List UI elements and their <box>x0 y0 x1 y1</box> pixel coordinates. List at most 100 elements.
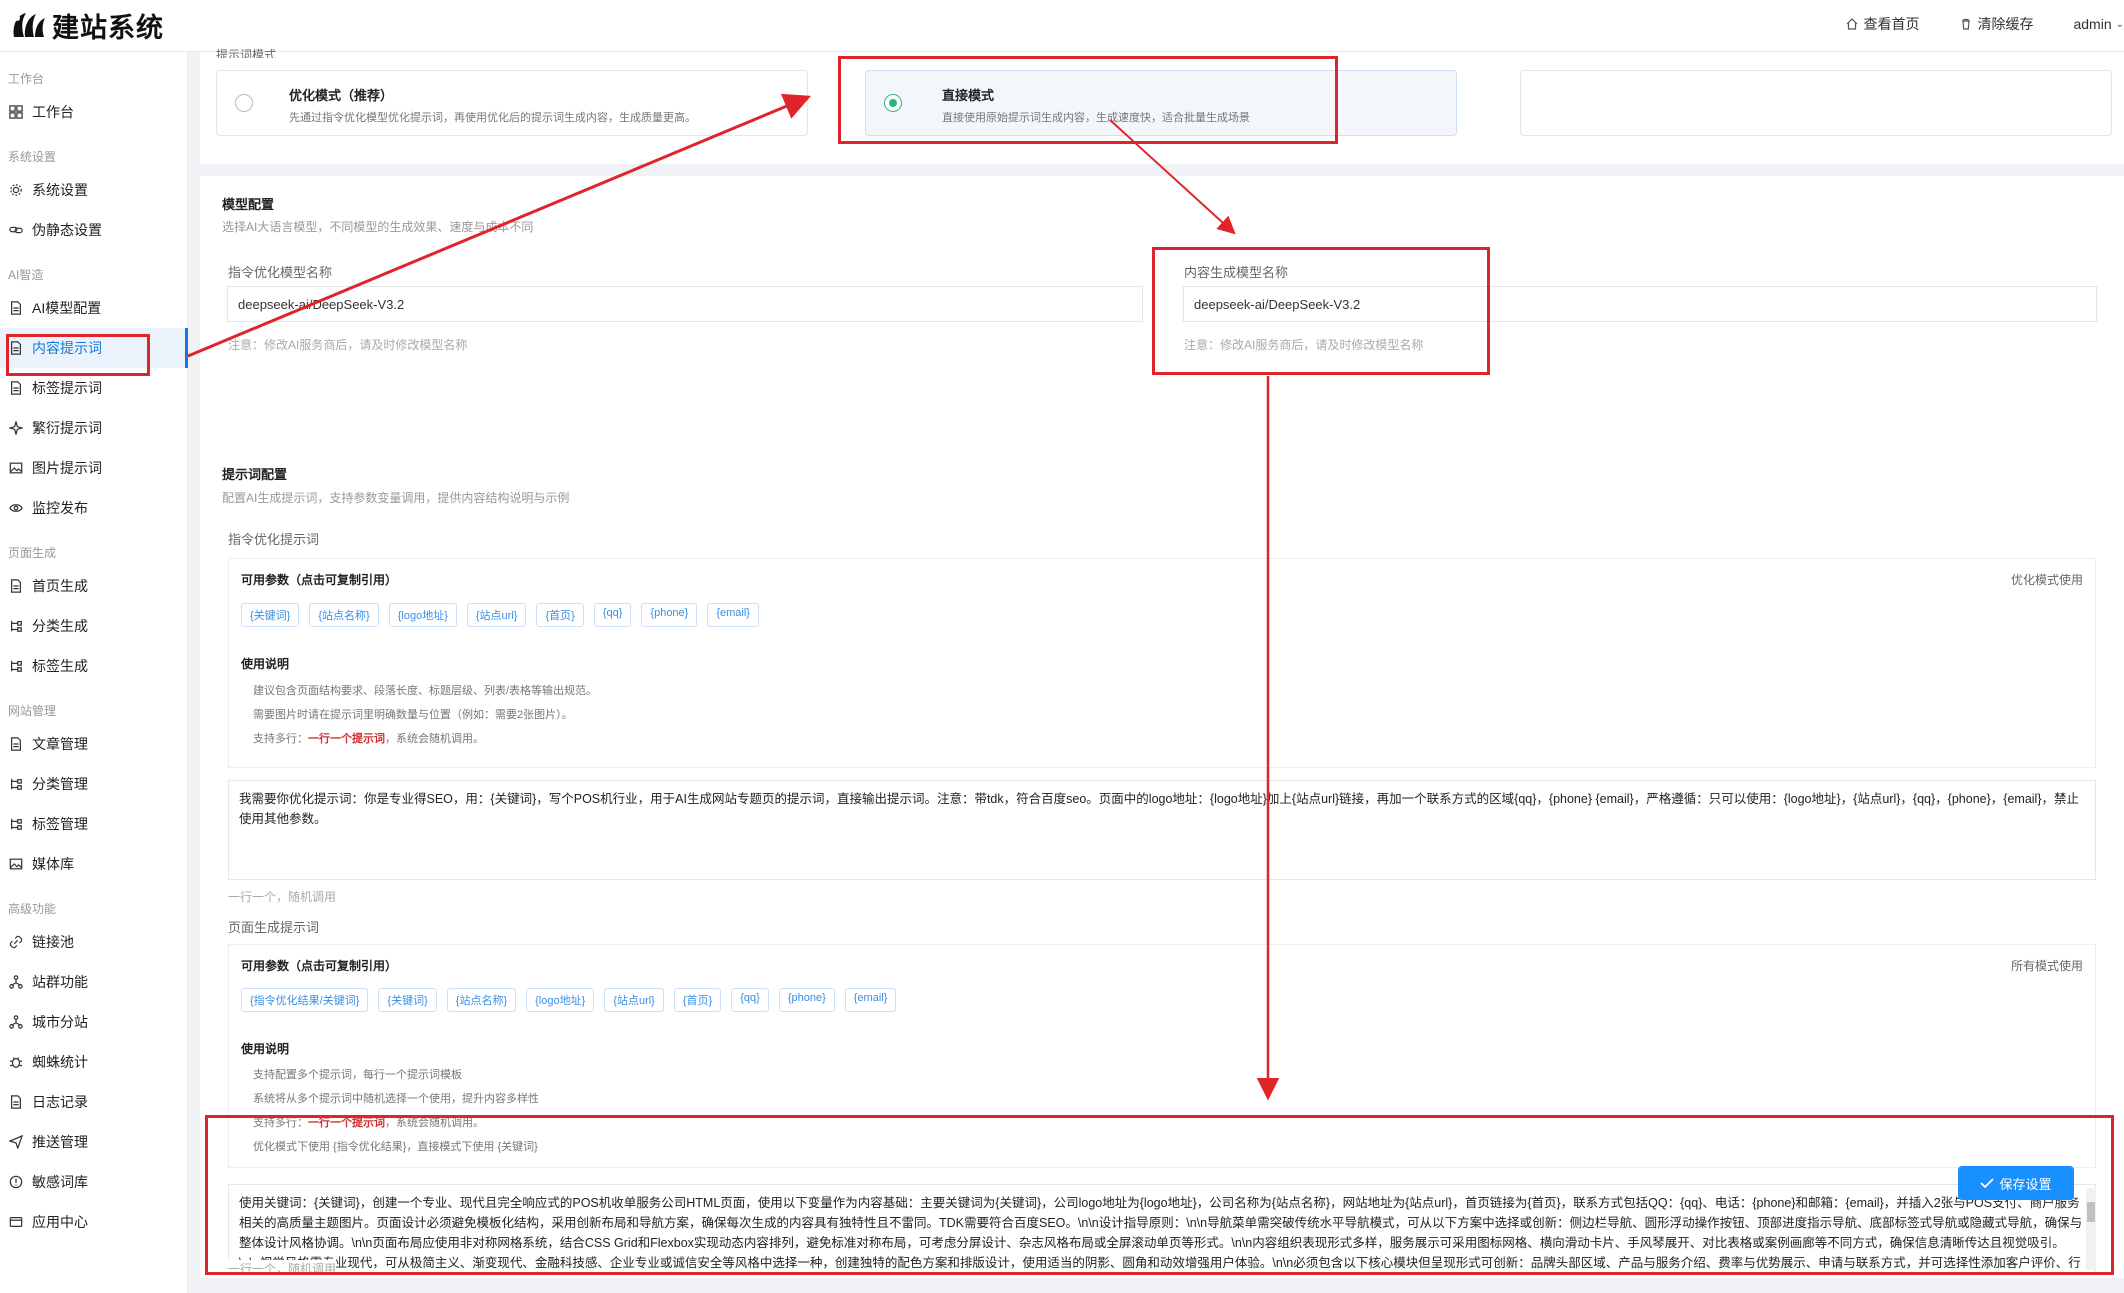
chevron-down-icon: ⌄ <box>2115 18 2124 30</box>
optimize-prompt-textarea[interactable]: 我需要你优化提示词：你是专业得SEO，用：{关键词}，写个POS机行业，用于AI… <box>228 780 2096 880</box>
sparkle-icon <box>8 420 24 436</box>
param-tag[interactable]: {logo地址} <box>526 988 595 1012</box>
param-tag[interactable]: {首页} <box>536 603 584 627</box>
sidebar-section-title: 系统设置 <box>8 150 57 164</box>
sidebar-item-label: 标签提示词 <box>32 380 102 396</box>
cluster-icon <box>8 1014 24 1030</box>
sidebar-item-label: 文章管理 <box>32 736 88 752</box>
sidebar-item-label: 图片提示词 <box>32 460 102 476</box>
sidebar-item-2-5[interactable]: 监控发布 <box>0 488 188 528</box>
sidebar-item-1-0[interactable]: 系统设置 <box>0 170 188 210</box>
sidebar-item-label: 系统设置 <box>32 182 88 198</box>
sidebar-item-label: 应用中心 <box>32 1214 88 1230</box>
sidebar-item-5-0[interactable]: 链接池 <box>0 922 188 962</box>
param-tag[interactable]: {qq} <box>593 603 632 627</box>
sidebar-item-5-1[interactable]: 站群功能 <box>0 962 188 1002</box>
clear-cache-button[interactable]: 清除缓存 <box>1959 14 2033 34</box>
param-tag[interactable]: {首页} <box>673 988 722 1012</box>
optimize-model-input[interactable] <box>227 286 1143 322</box>
param-tag[interactable]: {关键词} <box>241 603 300 627</box>
multi-red: 一行一个提示词 <box>308 733 385 745</box>
mode-option-empty <box>1520 70 2112 136</box>
sidebar-item-label: 链接池 <box>32 934 74 950</box>
param-tag[interactable]: {站点名称} <box>446 988 517 1012</box>
sidebar-item-4-1[interactable]: 分类管理 <box>0 764 188 804</box>
sidebar-item-4-0[interactable]: 文章管理 <box>0 724 188 764</box>
page-usage-line-1: 支持配置多个提示词，每行一个提示词模板 <box>253 1069 462 1081</box>
sidebar-item-2-3[interactable]: 繁衍提示词 <box>0 408 188 448</box>
sidebar-item-5-5[interactable]: 推送管理 <box>0 1122 188 1162</box>
sidebar-item-3-0[interactable]: 首页生成 <box>0 566 188 606</box>
optimize-model-label: 指令优化模型名称 <box>228 265 333 280</box>
home-icon <box>1847 18 1858 30</box>
param-tag[interactable]: {email} <box>707 603 759 627</box>
sidebar-item-label: 标签管理 <box>32 816 88 832</box>
param-tag[interactable]: {关键词} <box>378 988 437 1012</box>
sidebar-item-2-4[interactable]: 图片提示词 <box>0 448 188 488</box>
tree-icon <box>8 618 24 634</box>
sidebar-item-5-3[interactable]: 蜘蛛统计 <box>0 1042 188 1082</box>
document-icon <box>8 1094 24 1110</box>
view-home-label: 查看首页 <box>1863 16 1920 32</box>
page-params-title: 可用参数（点击可复制引用） <box>241 959 398 973</box>
warning-icon <box>8 1174 24 1190</box>
cluster-icon <box>8 974 24 990</box>
page-prompt-label: 页面生成提示词 <box>228 920 320 935</box>
top-actions: 查看首页 清除缓存 admin ⌄ <box>1845 0 2124 48</box>
param-tag[interactable]: {phone} <box>778 988 835 1012</box>
mode-section-label: 提示词模式 <box>216 48 277 58</box>
radio-optimize[interactable] <box>235 94 253 112</box>
sidebar-item-3-1[interactable]: 分类生成 <box>0 606 188 646</box>
param-tag[interactable]: {站点url} <box>604 988 664 1012</box>
tree-icon <box>8 658 24 674</box>
send-icon <box>8 1134 24 1150</box>
link-icon <box>8 934 24 950</box>
sidebar-item-5-4[interactable]: 日志记录 <box>0 1082 188 1122</box>
brand-logo[interactable]: 建站系统 <box>10 6 164 45</box>
sidebar-item-1-1[interactable]: 伪静态设置 <box>0 210 188 250</box>
sidebar-item-label: 工作台 <box>32 104 74 120</box>
param-tag[interactable]: {logo地址} <box>388 603 457 627</box>
sidebar-item-label: 站群功能 <box>32 974 88 990</box>
param-tag[interactable]: {qq} <box>731 988 769 1012</box>
mode-option-optimize[interactable]: 优化模式（推荐） 先通过指令优化模型优化提示词，再使用优化后的提示词生成内容，生… <box>216 70 808 136</box>
optimize-param-tags: {关键词} {站点名称} {logo地址} {站点url} {首页} {qq} {phone… <box>241 603 759 627</box>
sidebar-section-title: 高级功能 <box>8 902 57 916</box>
sidebar-item-4-3[interactable]: 媒体库 <box>0 844 188 884</box>
sidebar-item-0-0[interactable]: 工作台 <box>0 92 188 132</box>
user-name: admin <box>2073 16 2112 32</box>
optimize-usage-multiline: 支持多行：一行一个提示词，系统会随机调用。 <box>253 730 484 746</box>
param-tag[interactable]: {email} <box>844 988 897 1012</box>
sidebar: 工作台 工作台 系统设置 系统设置 伪静态设置 AI智造 AI模型配置 内容提示词 标签提示词繁… <box>0 52 188 1293</box>
view-home-button[interactable]: 查看首页 <box>1845 14 1919 34</box>
optimize-mode-note: 优化模式使用 <box>2010 573 2083 587</box>
eye-icon <box>8 500 24 516</box>
document-icon <box>8 380 24 396</box>
gear-icon <box>8 182 24 198</box>
optimize-model-note: 注意：修改AI服务商后，请及时修改模型名称 <box>228 338 468 352</box>
sidebar-item-3-2[interactable]: 标签生成 <box>0 646 188 686</box>
sidebar-section-title: 工作台 <box>8 72 45 86</box>
wallet-icon <box>8 1214 24 1230</box>
sidebar-item-4-2[interactable]: 标签管理 <box>0 804 188 844</box>
annotation-box-sidebar <box>6 334 150 376</box>
sidebar-section-title: AI智造 <box>8 268 44 282</box>
sidebar-item-5-2[interactable]: 城市分站 <box>0 1002 188 1042</box>
sidebar-item-5-6[interactable]: 敏感词库 <box>0 1162 188 1202</box>
param-tag[interactable]: {phone} <box>641 603 698 627</box>
multi-suffix: ，系统会随机调用。 <box>385 733 484 745</box>
user-menu[interactable]: admin ⌄ <box>2073 16 2124 32</box>
sidebar-section-title: 页面生成 <box>8 546 57 560</box>
optimize-prompt-hint: 一行一个，随机调用 <box>228 890 337 904</box>
sidebar-section-title: 网站管理 <box>8 704 57 718</box>
optimize-prompt-label: 指令优化提示词 <box>228 532 320 547</box>
dashboard-icon <box>8 104 24 120</box>
tree-icon <box>8 776 24 792</box>
sidebar-item-2-0[interactable]: AI模型配置 <box>0 288 188 328</box>
sidebar-item-5-7[interactable]: 应用中心 <box>0 1202 188 1242</box>
bug-icon <box>8 1054 24 1070</box>
param-tag[interactable]: {站点名称} <box>309 603 379 627</box>
param-tag[interactable]: {指令优化结果/关键词} <box>241 988 369 1012</box>
param-tag[interactable]: {站点url} <box>466 603 527 627</box>
top-bar: 建站系统 查看首页 清除缓存 admin ⌄ <box>0 0 2124 52</box>
